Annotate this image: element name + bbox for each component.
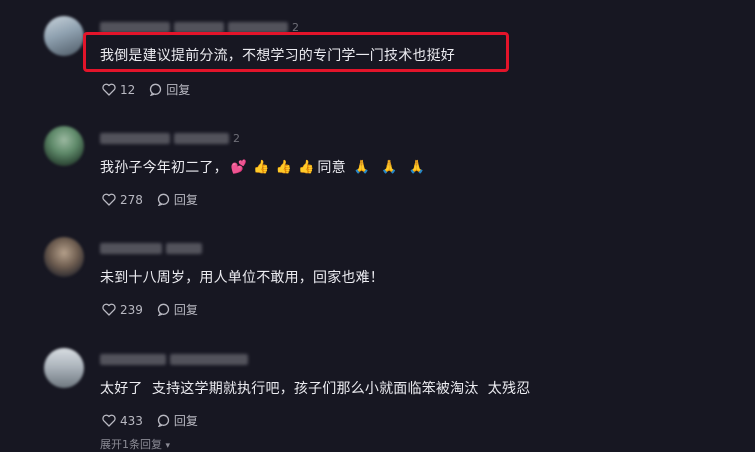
comment-text-part: 我孙子今年初二了，: [100, 160, 228, 176]
avatar[interactable]: [44, 237, 84, 277]
comment-actions: 12 回复: [102, 81, 204, 98]
comment-text: 太好了 支持这学期就执行吧，孩子们那么小就面临笨被淘汰 太残忍: [100, 381, 531, 397]
like-button[interactable]: 12: [102, 83, 135, 97]
reply-button[interactable]: 回复: [157, 412, 198, 429]
heart-icon: [102, 414, 116, 427]
reply-button[interactable]: 回复: [149, 81, 190, 98]
folded-hands-emoji: 🙏: [353, 159, 371, 175]
avatar[interactable]: [44, 348, 84, 388]
heart-icon: [102, 83, 116, 96]
avatar[interactable]: [44, 16, 84, 56]
comment-bubble-icon: [157, 303, 170, 316]
comment-text: 我孙子今年初二了， 💕 👍 👍 👍 同意 🙏 🙏 🙏: [100, 157, 428, 177]
reply-label: 回复: [173, 414, 198, 428]
like-button[interactable]: 239: [102, 303, 143, 317]
comment-actions: 239 回复: [102, 301, 212, 318]
comment-bubble-icon: [150, 83, 162, 96]
thumbs-up-emoji: 👍: [297, 159, 315, 175]
comment-actions: 433 回复: [102, 412, 212, 429]
reply-label: 回复: [173, 303, 198, 317]
comment-bubble-icon: [157, 414, 170, 427]
avatar[interactable]: [44, 126, 84, 166]
heart-icon: [102, 303, 116, 316]
sparkling-heart-emoji: 💕: [230, 159, 248, 175]
username[interactable]: [100, 352, 248, 366]
username[interactable]: [100, 241, 202, 255]
username[interactable]: 2: [100, 131, 240, 145]
reply-label: 回复: [173, 193, 198, 207]
thumbs-up-emoji: 👍: [253, 159, 270, 175]
expand-replies-label: 展开1条回复: [100, 438, 162, 451]
expand-replies-link[interactable]: 展开1条回复 ▾: [100, 436, 170, 452]
like-button[interactable]: 433: [102, 414, 143, 428]
comment-text: 未到十八周岁，用人单位不敢用，回家也难！: [100, 270, 384, 286]
heart-icon: [102, 193, 116, 206]
like-count: 278: [120, 192, 143, 207]
comment-text: 我倒是建议提前分流，不想学习的专门学一门技术也挺好: [100, 48, 455, 64]
comment-bubble-icon: [157, 193, 170, 206]
like-count: 433: [120, 413, 143, 428]
reply-button[interactable]: 回复: [157, 301, 198, 318]
comment-actions: 278 回复: [102, 191, 212, 208]
username-suffix: 2: [233, 131, 240, 145]
like-count: 12: [120, 82, 136, 97]
thumbs-up-emoji: 👍: [275, 159, 292, 175]
folded-hands-emoji: 🙏: [408, 159, 425, 175]
chevron-down-icon: ▾: [165, 441, 171, 451]
like-button[interactable]: 278: [102, 193, 143, 207]
comment-text-part: 同意: [317, 160, 346, 176]
like-count: 239: [120, 302, 143, 317]
folded-hands-emoji: 🙏: [381, 159, 398, 175]
reply-button[interactable]: 回复: [157, 191, 198, 208]
reply-label: 回复: [166, 83, 191, 97]
